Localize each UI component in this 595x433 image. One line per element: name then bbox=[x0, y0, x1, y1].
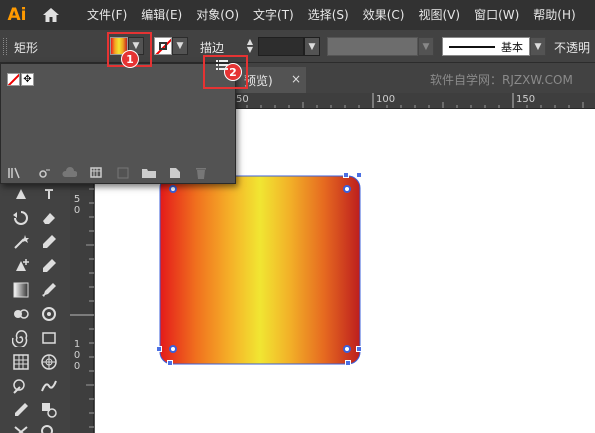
close-icon[interactable]: × bbox=[291, 72, 301, 86]
stroke-weight-spinner[interactable]: ▲ ▼ bbox=[244, 38, 256, 55]
document-tab-title: 预览) bbox=[244, 73, 273, 88]
brush-dropdown[interactable]: ▼ bbox=[530, 37, 546, 56]
new-swatch-icon[interactable] bbox=[167, 165, 183, 181]
magic-wand-icon[interactable] bbox=[10, 231, 32, 253]
corner-radius-widget[interactable] bbox=[169, 185, 177, 193]
menu-select[interactable]: 选择(S) bbox=[301, 0, 356, 30]
gradient-tool-icon[interactable] bbox=[10, 279, 32, 301]
stroke-label[interactable]: 描边 bbox=[200, 39, 224, 56]
selection-handle[interactable] bbox=[356, 346, 362, 352]
selection-bounding-box bbox=[159, 175, 361, 365]
registration-swatch[interactable]: ✥ bbox=[21, 73, 34, 86]
selection-handle[interactable] bbox=[343, 172, 349, 178]
corner-radius-widget[interactable] bbox=[343, 345, 351, 353]
new-color-group-disabled-icon bbox=[115, 165, 131, 181]
menu-object[interactable]: 对象(O) bbox=[189, 0, 246, 30]
eraser-tool-icon[interactable] bbox=[38, 207, 60, 229]
paintbrush-icon[interactable] bbox=[10, 375, 32, 397]
type-tool-icon[interactable] bbox=[38, 183, 60, 205]
swatch-panel-footer bbox=[1, 163, 235, 183]
menu-window[interactable]: 窗口(W) bbox=[467, 0, 526, 30]
cloud-icon[interactable] bbox=[61, 165, 77, 181]
chevron-down-icon: ▼ bbox=[308, 41, 316, 52]
corner-radius-widget[interactable] bbox=[169, 345, 177, 353]
swatches-panel: ✥ bbox=[0, 63, 236, 184]
chevron-down-icon: ▼ bbox=[176, 41, 184, 51]
menu-type[interactable]: 文字(T) bbox=[246, 0, 301, 30]
polar-grid-icon[interactable] bbox=[38, 351, 60, 373]
rectangle-tool-icon[interactable] bbox=[38, 327, 60, 349]
swatch-options-icon[interactable] bbox=[89, 165, 105, 181]
menu-help[interactable]: 帮助(H) bbox=[526, 0, 582, 30]
chevron-down-icon: ▼ bbox=[534, 41, 542, 52]
brush-definition[interactable]: 基本 bbox=[442, 37, 530, 56]
menu-items: 文件(F) 编辑(E) 对象(O) 文字(T) 选择(S) 效果(C) 视图(V… bbox=[80, 0, 583, 30]
brush-stroke-preview bbox=[449, 45, 495, 48]
shape-builder-icon[interactable] bbox=[38, 399, 60, 421]
stroke-weight-input[interactable] bbox=[258, 37, 304, 56]
pencil-tool-icon[interactable] bbox=[38, 255, 60, 277]
menu-view[interactable]: 视图(V) bbox=[411, 0, 467, 30]
grid-tool-icon[interactable] bbox=[10, 351, 32, 373]
selection-type-label: 矩形 bbox=[14, 41, 39, 55]
control-bar: 矩形 ▼ ▼ 描边 ▲ ▼ ▼ ▼ 基本 ▼ 不透明 bbox=[0, 30, 595, 63]
home-icon[interactable] bbox=[36, 0, 66, 30]
eyedropper-alt-icon[interactable] bbox=[38, 231, 60, 253]
corner-radius-widget[interactable] bbox=[343, 185, 351, 193]
ruler-label-50: 50 bbox=[236, 94, 249, 105]
profile-dropdown[interactable]: ▼ bbox=[418, 37, 434, 56]
puppet-warp-icon[interactable] bbox=[38, 375, 60, 397]
symbol-sprayer-icon[interactable] bbox=[38, 303, 60, 325]
menu-bar: Ai 文件(F) 编辑(E) 对象(O) 文字(T) 选择(S) 效果(C) 视… bbox=[0, 0, 595, 30]
list-view-icon[interactable] bbox=[212, 56, 232, 74]
trash-icon bbox=[193, 165, 209, 181]
pen-tool-icon[interactable] bbox=[10, 183, 32, 205]
zoom-tool-icon[interactable] bbox=[38, 421, 60, 433]
anchor-add-icon[interactable] bbox=[10, 255, 32, 277]
selection-handle[interactable] bbox=[156, 346, 162, 352]
ruler-label-100: 100 bbox=[376, 94, 396, 105]
menu-file[interactable]: 文件(F) bbox=[80, 0, 134, 30]
tools-panel bbox=[0, 183, 70, 433]
blob-brush-icon[interactable] bbox=[10, 399, 32, 421]
selection-handle[interactable] bbox=[167, 360, 173, 366]
variable-width-profile[interactable] bbox=[327, 37, 418, 56]
rotate-tool-icon[interactable] bbox=[10, 207, 32, 229]
opacity-label[interactable]: 不透明 bbox=[554, 39, 590, 56]
new-color-group-icon[interactable] bbox=[141, 165, 157, 181]
eyedropper-icon[interactable] bbox=[38, 279, 60, 301]
stroke-weight-dropdown[interactable]: ▼ bbox=[304, 37, 320, 56]
watermark: 软件自学网：RJZXW.COM bbox=[430, 73, 573, 87]
menu-edit[interactable]: 编辑(E) bbox=[134, 0, 189, 30]
selection-handle[interactable] bbox=[356, 172, 362, 178]
show-swatch-kinds-icon[interactable] bbox=[37, 165, 53, 181]
stroke-swatch[interactable] bbox=[154, 37, 172, 55]
app-logo: Ai bbox=[7, 5, 27, 25]
control-bar-grip[interactable] bbox=[3, 38, 7, 55]
menu-effect[interactable]: 效果(C) bbox=[356, 0, 412, 30]
scissors-icon[interactable] bbox=[10, 421, 32, 433]
ruler-label-150: 150 bbox=[516, 94, 536, 105]
spiral-tool-icon[interactable] bbox=[10, 327, 32, 349]
annotation-badge-1: 1 bbox=[121, 50, 139, 68]
chevron-down-icon: ▼ bbox=[422, 41, 430, 52]
brush-label: 基本 bbox=[501, 40, 523, 54]
none-swatch[interactable] bbox=[7, 73, 20, 86]
blend-tool-icon[interactable] bbox=[10, 303, 32, 325]
stroke-square-icon bbox=[159, 42, 167, 50]
selection-handle[interactable] bbox=[345, 360, 351, 366]
stroke-dropdown-button[interactable]: ▼ bbox=[172, 37, 188, 55]
swatch-libraries-icon[interactable] bbox=[7, 165, 23, 181]
